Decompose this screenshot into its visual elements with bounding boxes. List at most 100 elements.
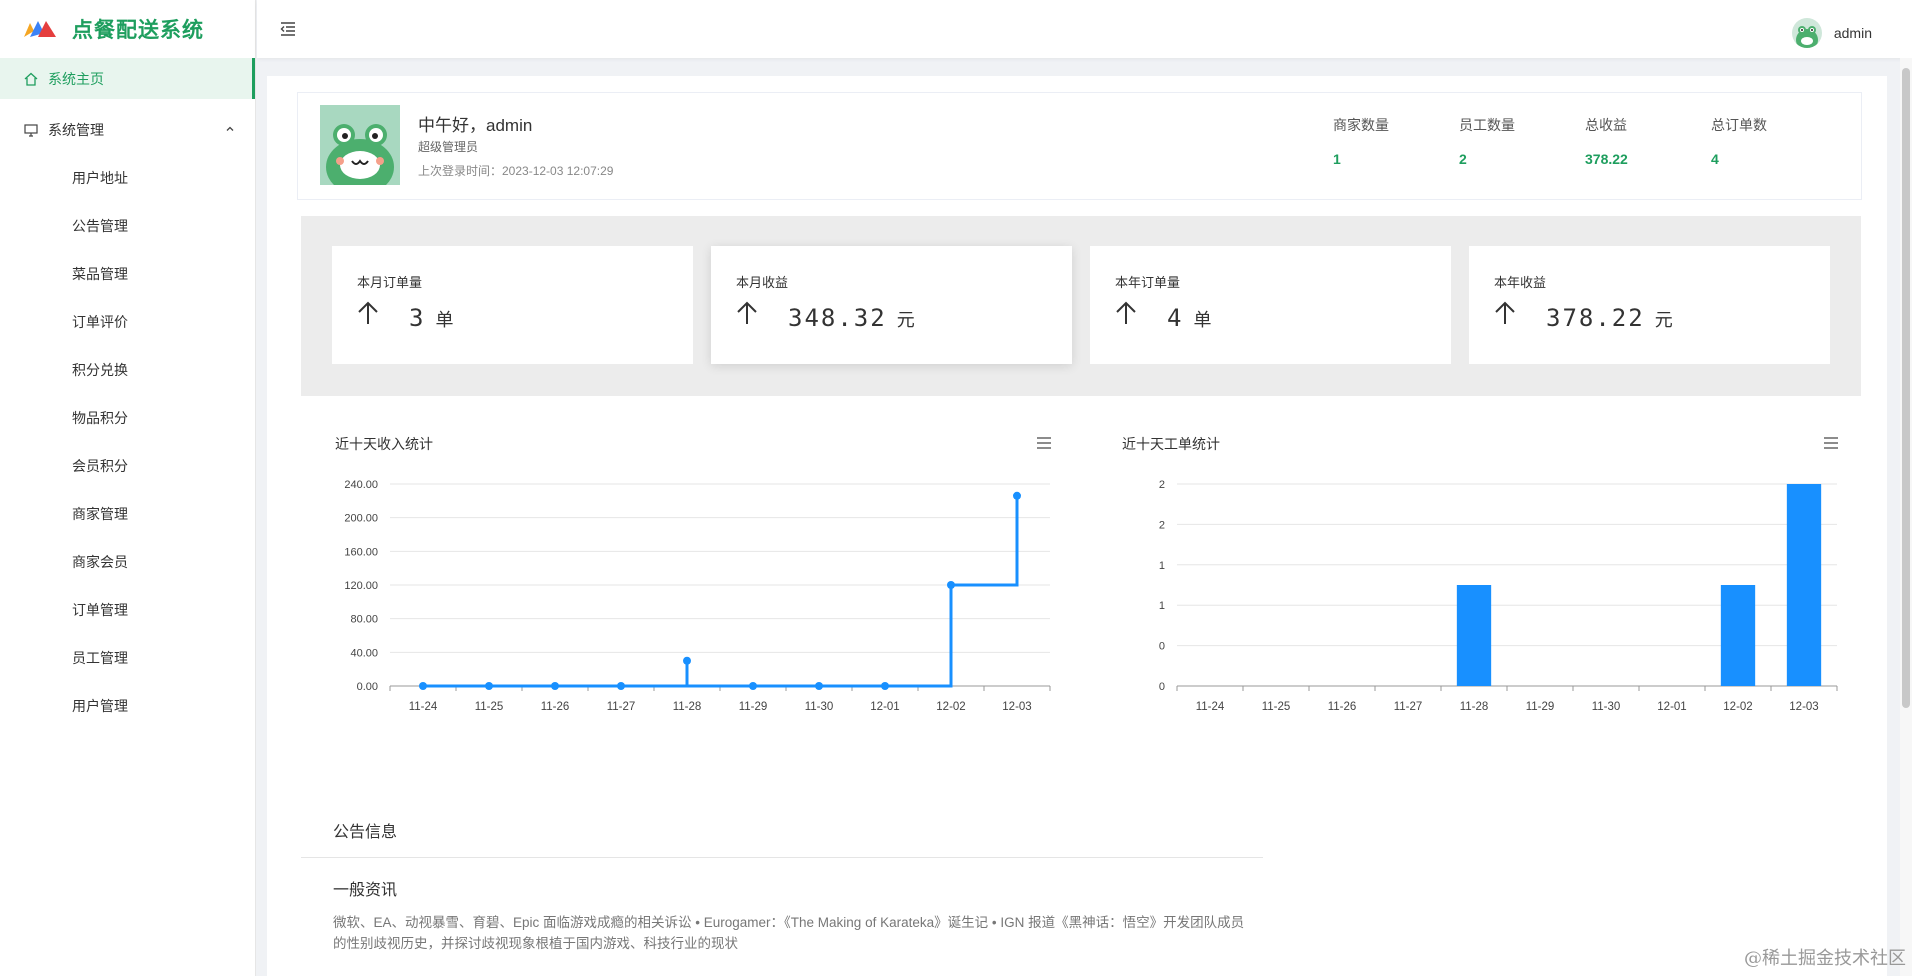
y-tick-label: 120.00 (344, 580, 378, 592)
avatar (1791, 18, 1822, 48)
bar (1720, 585, 1756, 686)
card-year-orders: 本年订单量 4单 (1090, 246, 1451, 364)
sidebar-item-item-points[interactable]: 物品积分 (0, 394, 255, 442)
x-tick-label: 11-24 (409, 701, 438, 713)
y-tick-label: 1 (1159, 600, 1165, 612)
x-tick-label: 12-01 (1657, 701, 1686, 713)
card-unit: 元 (1654, 310, 1675, 330)
bar (1456, 585, 1492, 686)
sidebar-item-merchant[interactable]: 商家管理 (0, 490, 255, 538)
user-menu[interactable]: admin (1791, 18, 1872, 48)
bar (1786, 484, 1822, 686)
stat-label: 总订单数 (1711, 117, 1767, 133)
sidebar-item-staff[interactable]: 员工管理 (0, 634, 255, 682)
x-tick-label: 11-25 (475, 701, 504, 713)
card-title: 本年收益 (1494, 275, 1547, 290)
card-title: 本月收益 (736, 275, 789, 290)
sidebar-item-orders[interactable]: 订单管理 (0, 586, 255, 634)
y-tick-label: 0.00 (357, 681, 378, 693)
sidebar-sub-list: 用户地址 公告管理 菜品管理 订单评价 积分兑换 物品积分 会员积分 商家管理 … (0, 154, 255, 730)
sidebar-item-order-review[interactable]: 订单评价 (0, 298, 255, 346)
x-tick-label: 12-03 (1789, 701, 1818, 713)
x-tick-label: 12-02 (1723, 701, 1752, 713)
y-tick-label: 0 (1159, 681, 1165, 693)
card-value-wrap: 348.32 元 (788, 304, 917, 332)
card-title: 本年订单量 (1115, 275, 1181, 290)
arrow-up-icon (737, 301, 757, 324)
sidebar-group-system[interactable]: 系统管理 (0, 106, 255, 154)
chart-menu-icon[interactable] (1036, 436, 1052, 450)
arrow-up-icon (1495, 301, 1515, 324)
sidebar: 点餐配送系统 系统主页 系统管理 用户地址 公告管理 菜品管理 订单评价 积分兑… (0, 0, 256, 976)
y-tick-label: 200.00 (344, 513, 378, 525)
card-unit: 单 (435, 310, 456, 330)
card-value: 348.32 (788, 304, 887, 332)
app-title: 点餐配送系统 (72, 19, 204, 42)
card-year-revenue: 本年收益 378.22 元 (1469, 246, 1830, 364)
notice-item-body: 微软、EA、动视暴雪、育碧、Epic 面临游戏成瘾的相关诉讼 • Eurogam… (333, 915, 1245, 951)
card-value: 378.22 (1546, 304, 1645, 332)
x-tick-label: 11-29 (1526, 701, 1555, 713)
chart-menu-icon[interactable] (1823, 436, 1839, 450)
app-logo[interactable]: 点餐配送系统 (0, 0, 255, 58)
scrollbar[interactable] (1900, 58, 1912, 976)
x-tick-label: 11-28 (673, 701, 702, 713)
sidebar-item-home[interactable]: 系统主页 (0, 58, 255, 99)
x-tick-label: 11-27 (1394, 701, 1423, 713)
sidebar-item-points-exchange[interactable]: 积分兑换 (0, 346, 255, 394)
card-unit: 元 (896, 310, 917, 330)
monitor-icon (24, 124, 38, 137)
sidebar-group-label: 系统管理 (48, 122, 104, 138)
arrow-up-icon (358, 301, 378, 324)
logo-icon (24, 21, 56, 37)
profile-panel: 中午好，admin 超级管理员 上次登录时间：2023-12-03 12:07:… (297, 92, 1862, 200)
home-icon (24, 72, 38, 86)
data-point (749, 682, 757, 690)
x-tick-label: 11-24 (1196, 701, 1225, 713)
stat-total-revenue: 总收益 378.22 (1585, 115, 1705, 167)
sidebar-item-user-address[interactable]: 用户地址 (0, 154, 255, 202)
x-tick-label: 11-30 (805, 701, 834, 713)
card-value: 4 (1167, 304, 1184, 332)
income-chart-svg: 0.00 40.00 80.00 120.00 160.00 200.00 240.00 11… (344, 479, 1051, 713)
y-tick-label: 2 (1159, 479, 1165, 491)
y-tick-label: 2 (1159, 519, 1165, 531)
scrollbar-thumb[interactable] (1902, 68, 1910, 708)
data-point (419, 682, 427, 690)
x-tick-label: 11-30 (1592, 701, 1621, 713)
card-month-revenue: 本月收益 348.32 元 (711, 246, 1072, 364)
sidebar-item-users[interactable]: 用户管理 (0, 682, 255, 730)
sidebar-item-member-points[interactable]: 会员积分 (0, 442, 255, 490)
stat-value: 4 (1711, 151, 1719, 167)
data-point (485, 682, 493, 690)
sidebar-item-merchant-member[interactable]: 商家会员 (0, 538, 255, 586)
menu-fold-icon[interactable] (279, 20, 297, 38)
summary-cards: 本月订单量 3单 本月收益 348.32 元 本年订单量 4单 本年收益 378.… (301, 216, 1861, 396)
notice-item-title[interactable]: 一般资讯 (333, 876, 397, 900)
sidebar-item-label: 系统主页 (48, 70, 104, 87)
data-point (1013, 491, 1021, 500)
frog-avatar-icon (1795, 26, 1818, 48)
card-value-wrap: 3单 (409, 304, 455, 332)
x-tick-label: 11-25 (1262, 701, 1291, 713)
x-tick-label: 12-01 (870, 701, 899, 713)
order-chart-svg: 0 0 1 1 2 2 11-24 11-25 11-26 11-27 11-28 11-29 11-3… (1159, 479, 1838, 713)
user-role: 超级管理员 (418, 140, 479, 154)
arrow-up-icon (1116, 301, 1136, 324)
y-tick-label: 1 (1159, 560, 1165, 572)
data-point (815, 682, 823, 690)
x-tick-label: 11-29 (739, 701, 768, 713)
y-tick-label: 240.00 (344, 479, 378, 491)
chevron-up-icon (226, 126, 234, 131)
top-header: admin (257, 0, 1912, 58)
x-tick-label: 12-02 (936, 701, 965, 713)
sidebar-item-notice[interactable]: 公告管理 (0, 202, 255, 250)
data-point (551, 682, 559, 690)
stat-value: 1 (1333, 151, 1341, 167)
username: admin (1833, 25, 1872, 41)
stat-value: 378.22 (1585, 151, 1628, 167)
frog-avatar-icon (320, 105, 400, 185)
sidebar-item-dishes[interactable]: 菜品管理 (0, 250, 255, 298)
data-point (683, 656, 691, 665)
greeting: 中午好，admin (418, 116, 533, 135)
